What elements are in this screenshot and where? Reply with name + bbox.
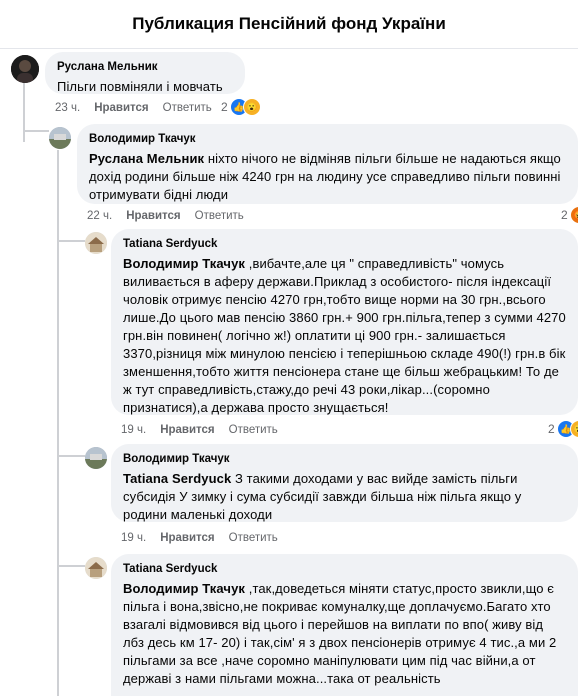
reply-button[interactable]: Ответить	[195, 208, 244, 224]
comment-text: Пільги повміняли і мовчать	[57, 78, 233, 96]
comment-author[interactable]: Tatiana Serdyuck	[123, 237, 566, 252]
avatar[interactable]	[49, 127, 71, 149]
comment-bubble: Tatiana Serdyuck Володимир Ткачук ,вибач…	[111, 229, 578, 415]
comment-text: Tatiana Serdyuck З такими доходами у вас…	[123, 470, 566, 524]
mention-link[interactable]: Руслана Мельник	[89, 151, 204, 166]
comment-time[interactable]: 19 ч.	[121, 530, 146, 546]
reaction-count: 2	[221, 100, 228, 114]
reaction-summary[interactable]: 2 😡	[561, 206, 578, 224]
comment-text: Руслана Мельник ніхто нічого не відміняв…	[89, 150, 566, 204]
comment-body: Пільги повміняли і мовчать	[57, 79, 223, 94]
comment-author[interactable]: Руслана Мельник	[57, 60, 233, 75]
avatar[interactable]	[85, 447, 107, 469]
post-header: Публикация Пенсійний фонд України	[0, 0, 578, 49]
comment-author[interactable]: Володимир Ткачук	[89, 132, 566, 147]
comment-body: ,так,доведеться міняти статус,просто зви…	[123, 581, 557, 686]
like-button[interactable]: Нравится	[160, 422, 214, 438]
reaction-summary[interactable]: 2 👍 😮	[221, 98, 261, 116]
mention-link[interactable]: Володимир Ткачук	[123, 581, 245, 596]
thread-line	[23, 130, 49, 132]
comment-actions: 19 ч. Нравится Ответить	[121, 422, 278, 438]
wow-icon: 😮	[242, 98, 261, 116]
comment-body: ,вибачте,але ця " справедливість" чомусь…	[123, 256, 566, 415]
thread-line	[57, 240, 85, 242]
comment-time[interactable]: 22 ч.	[87, 208, 112, 224]
reply-button[interactable]: Ответить	[163, 100, 212, 116]
comment-actions: 19 ч. Нравится Ответить	[121, 530, 278, 546]
avatar[interactable]	[85, 232, 107, 254]
comment-bubble: Tatiana Serdyuck Володимир Ткачук ,так,д…	[111, 554, 578, 696]
comment-actions: 23 ч. Нравится Ответить	[55, 100, 212, 116]
comment-text: Володимир Ткачук ,так,доведеться міняти …	[123, 580, 566, 688]
page-title: Публикация Пенсійний фонд України	[132, 14, 446, 33]
reply-button[interactable]: Ответить	[229, 422, 278, 438]
thread-line	[57, 455, 85, 457]
comment-bubble: Руслана Мельник Пільги повміняли і мовча…	[45, 52, 245, 94]
avatar[interactable]	[85, 557, 107, 579]
comment-bubble: Володимир Ткачук Tatiana Serdyuck З таки…	[111, 444, 578, 522]
thread-line	[57, 565, 85, 567]
comment-author[interactable]: Tatiana Serdyuck	[123, 562, 566, 577]
reaction-summary[interactable]: 2 👍 😮	[548, 420, 578, 438]
comment-text: Володимир Ткачук ,вибачте,але ця " справ…	[123, 255, 566, 417]
comment-actions: 22 ч. Нравится Ответить	[87, 208, 244, 224]
reply-button[interactable]: Ответить	[229, 530, 278, 546]
angry-icon: 😡	[569, 206, 578, 224]
mention-link[interactable]: Tatiana Serdyuck	[123, 471, 231, 486]
reaction-count: 2	[548, 422, 555, 436]
like-button[interactable]: Нравится	[94, 100, 148, 116]
comment-time[interactable]: 23 ч.	[55, 100, 80, 116]
reaction-count: 2	[561, 208, 568, 222]
avatar[interactable]	[11, 55, 39, 83]
comment-bubble: Володимир Ткачук Руслана Мельник ніхто н…	[77, 124, 578, 204]
thread-line	[23, 82, 25, 142]
comment-time[interactable]: 19 ч.	[121, 422, 146, 438]
mention-link[interactable]: Володимир Ткачук	[123, 256, 245, 271]
thread-line	[57, 150, 59, 696]
like-button[interactable]: Нравится	[126, 208, 180, 224]
comment-author[interactable]: Володимир Ткачук	[123, 452, 566, 467]
like-button[interactable]: Нравится	[160, 530, 214, 546]
